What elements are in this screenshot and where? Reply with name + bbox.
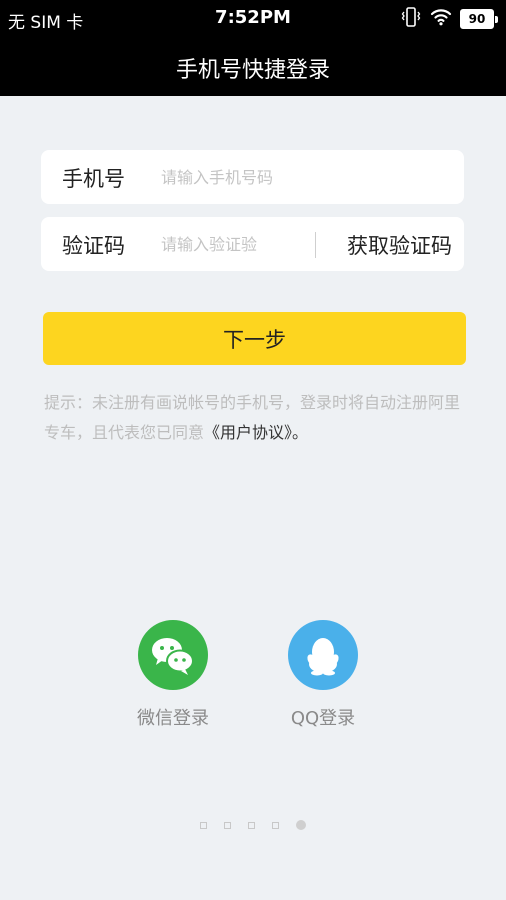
get-code-button[interactable]: 获取验证码 — [347, 230, 452, 260]
hint-text: 提示：未注册有画说帐号的手机号，登录时将自动注册阿里专车，且代表您已同意《用户协… — [44, 388, 472, 448]
qq-icon[interactable] — [288, 620, 358, 690]
page-title: 手机号快捷登录 — [175, 58, 330, 83]
phone-field-card: 手机号 — [41, 150, 464, 204]
wifi-icon — [430, 8, 452, 30]
page-dot[interactable] — [200, 821, 207, 829]
wechat-icon[interactable] — [138, 620, 208, 690]
nav-bar: 手机号快捷登录 — [0, 38, 506, 96]
code-label: 验证码 — [62, 234, 125, 258]
page-dot[interactable] — [224, 821, 231, 829]
status-bar: 无 SIM 卡 7:52PM 90 — [0, 0, 506, 38]
hint-suffix: 。 — [292, 423, 309, 442]
battery-icon: 90 — [460, 9, 498, 29]
qq-login-button[interactable]: QQ登录 — [268, 620, 378, 730]
page-indicator — [0, 820, 506, 830]
battery-level: 90 — [460, 9, 494, 29]
user-agreement-link[interactable]: 《用户协议》 — [204, 423, 292, 442]
page-dot[interactable] — [272, 821, 279, 829]
divider — [315, 232, 316, 258]
phone-label: 手机号 — [62, 167, 125, 191]
page-dot[interactable] — [248, 821, 255, 829]
status-icons: 90 — [400, 7, 498, 31]
next-step-button[interactable]: 下一步 — [43, 312, 466, 365]
page-dot[interactable] — [296, 820, 306, 830]
wechat-login-button[interactable]: 微信登录 — [118, 620, 228, 730]
wechat-login-label: 微信登录 — [137, 708, 209, 729]
vibrate-icon — [400, 7, 422, 31]
phone-input[interactable] — [161, 162, 441, 192]
code-field-card: 验证码 获取验证码 — [41, 217, 464, 271]
code-input[interactable] — [161, 229, 341, 259]
qq-login-label: QQ登录 — [290, 708, 356, 729]
